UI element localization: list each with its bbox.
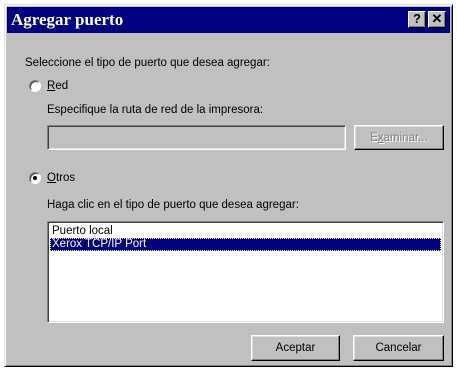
otros-radio[interactable] (29, 172, 41, 184)
window-title: Agregar puerto (11, 10, 124, 29)
list-item[interactable]: Puerto local (50, 225, 441, 238)
add-port-dialog: Agregar puerto ? ✕ Seleccione el tipo de… (4, 4, 453, 367)
browse-button[interactable]: Examinar... (354, 125, 444, 150)
red-label-rest: ed (55, 80, 69, 92)
help-icon: ? (413, 11, 421, 26)
otros-radio-label[interactable]: Otros (47, 171, 75, 185)
ok-button[interactable]: Aceptar (251, 335, 340, 361)
browse-post: aminar... (383, 132, 428, 144)
browse-pre: E (370, 132, 378, 144)
close-button[interactable]: ✕ (428, 11, 446, 28)
red-radio-label[interactable]: Red (47, 79, 68, 93)
port-list-label: Haga clic en el tipo de puerto que desea… (47, 199, 299, 211)
list-item-selected[interactable]: Xerox TCP/IP Port (50, 238, 441, 251)
radio-selected-dot (33, 176, 37, 180)
title-bar[interactable]: Agregar puerto ? ✕ (7, 7, 450, 33)
port-type-prompt: Seleccione el tipo de puerto que desea a… (25, 57, 270, 69)
cancel-button[interactable]: Cancelar (353, 335, 444, 361)
otros-accel: O (47, 172, 56, 184)
network-path-label: Especifique la ruta de red de la impreso… (47, 104, 264, 116)
help-button[interactable]: ? (408, 11, 426, 28)
port-type-listbox[interactable]: Puerto local Xerox TCP/IP Port (47, 221, 444, 323)
network-path-input[interactable] (47, 125, 346, 150)
close-icon: ✕ (431, 11, 443, 26)
otros-label-rest: tros (55, 172, 76, 184)
red-radio[interactable] (29, 80, 41, 92)
